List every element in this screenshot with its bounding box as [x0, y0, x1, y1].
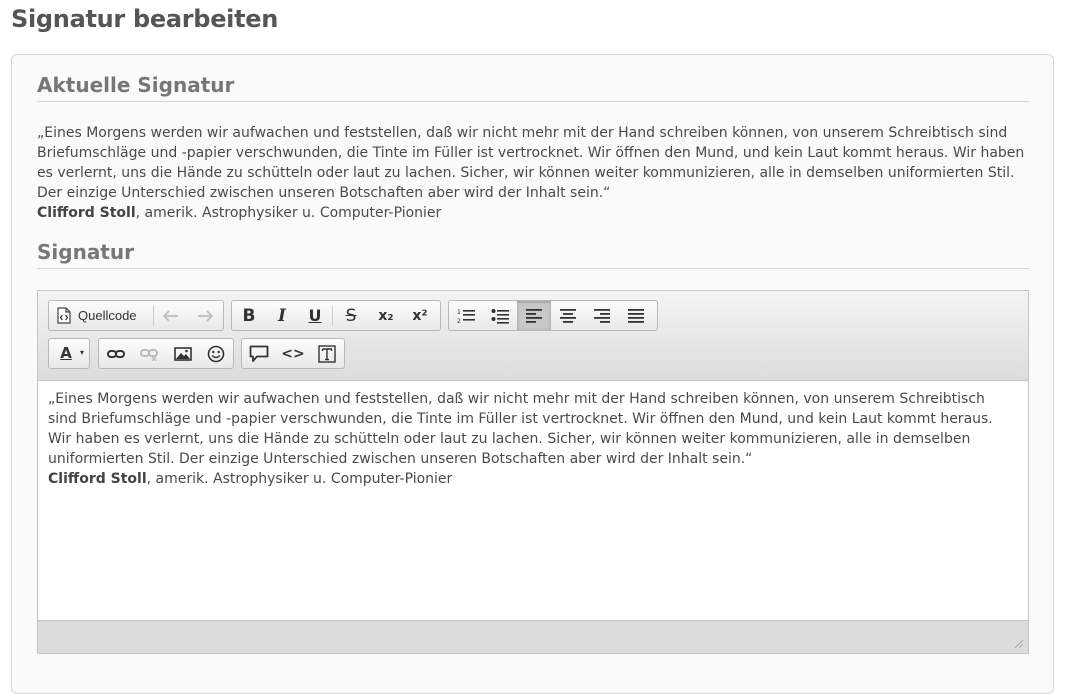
current-author-desc: , amerik. Astrophysiker u. Computer-Pion… [135, 205, 442, 221]
chevron-down-icon: ▾ [79, 348, 84, 357]
bullet-list-icon [491, 308, 509, 324]
page-title: Signatur bearbeiten [11, 5, 279, 33]
current-author: Clifford Stoll [37, 205, 136, 221]
bold-button[interactable]: B [232, 301, 266, 330]
remove-link-button[interactable] [133, 339, 167, 368]
undo-button[interactable] [154, 301, 188, 330]
toolbar-group-insert [98, 338, 234, 369]
current-signature-heading: Aktuelle Signatur [37, 73, 1029, 102]
undo-icon [162, 309, 178, 322]
insert-image-button[interactable] [166, 339, 200, 368]
signature-editor: Quellcode B I U S x₂ x² 1 2 A ▾ <> „Eine… [37, 290, 1029, 654]
unlink-icon [140, 348, 159, 361]
align-center-button[interactable] [551, 301, 585, 330]
code-button[interactable]: <> [276, 339, 310, 368]
signature-heading: Signatur [37, 240, 1029, 269]
toolbar-group-blocks: <> [241, 338, 345, 369]
toolbar-group-formatting: B I U S x₂ x² [231, 300, 441, 331]
italic-button[interactable]: I [266, 301, 298, 330]
source-code-label: Quellcode [78, 308, 137, 323]
editor-author-desc: , amerik. Astrophysiker u. Computer-Pion… [146, 471, 453, 487]
align-right-icon [594, 308, 610, 323]
quote-button[interactable] [242, 339, 276, 368]
text-color-button[interactable]: A ▾ [49, 339, 89, 368]
editor-quote: „Eines Morgens werden wir aufwachen und … [48, 391, 993, 467]
align-justify-button[interactable] [619, 301, 653, 330]
editor-statusbar [38, 620, 1028, 653]
resize-handle-icon[interactable] [1014, 639, 1024, 649]
redo-button[interactable] [188, 301, 222, 330]
toolbar-group-document: Quellcode [48, 300, 224, 331]
align-center-icon [560, 308, 576, 323]
align-left-icon [526, 308, 542, 323]
text-color-icon: A [60, 344, 72, 362]
source-code-icon [57, 307, 71, 324]
numbered-list-icon: 1 2 [457, 309, 475, 324]
inline-code-button[interactable] [310, 339, 344, 368]
text-box-icon [318, 344, 336, 363]
editor-content[interactable]: „Eines Morgens werden wir aufwachen und … [48, 389, 1018, 489]
link-icon [106, 349, 125, 358]
current-signature-text: „Eines Morgens werden wir aufwachen und … [37, 123, 1032, 223]
image-icon [173, 346, 192, 361]
source-code-button[interactable]: Quellcode [49, 301, 153, 330]
underline-button[interactable]: U [298, 301, 332, 330]
svg-text:2: 2 [457, 318, 461, 324]
smiley-icon [207, 345, 225, 362]
numbered-list-button[interactable]: 1 2 [449, 301, 483, 330]
toolbar-group-color: A ▾ [48, 338, 90, 369]
strikethrough-button[interactable]: S [333, 301, 369, 330]
current-quote: „Eines Morgens werden wir aufwachen und … [37, 125, 1025, 201]
toolbar-group-paragraph: 1 2 [448, 300, 658, 331]
insert-link-button[interactable] [99, 339, 133, 368]
speech-bubble-icon [249, 345, 269, 362]
superscript-button[interactable]: x² [403, 301, 437, 330]
svg-text:1: 1 [457, 309, 461, 316]
insert-emoticon-button[interactable] [200, 339, 234, 368]
align-right-button[interactable] [585, 301, 619, 330]
subscript-button[interactable]: x₂ [369, 301, 403, 330]
editor-toolbar: Quellcode B I U S x₂ x² 1 2 A ▾ <> [38, 291, 1028, 381]
bullet-list-button[interactable] [483, 301, 517, 330]
align-justify-icon [628, 308, 644, 323]
redo-icon [198, 309, 214, 322]
align-left-button[interactable] [517, 301, 551, 330]
editor-author: Clifford Stoll [48, 471, 147, 487]
